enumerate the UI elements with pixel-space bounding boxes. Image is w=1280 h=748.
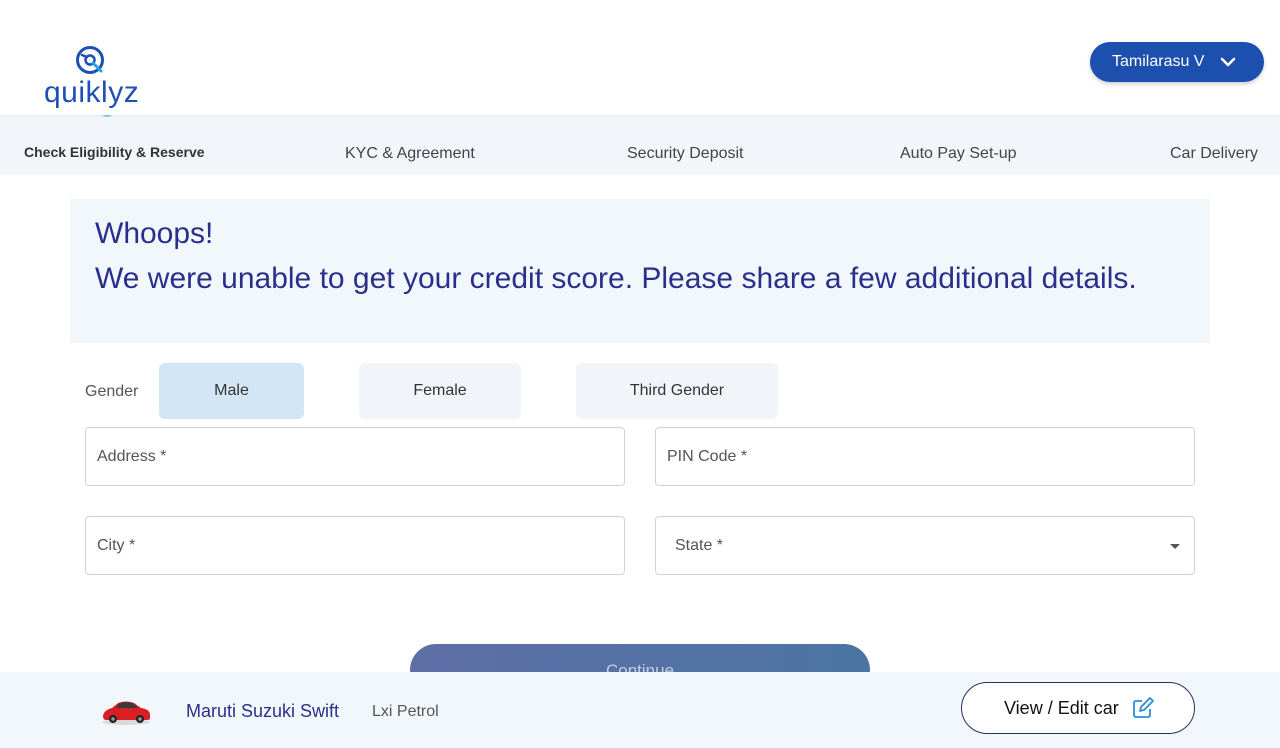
address-field — [85, 427, 625, 486]
credit-score-banner: Whoops! We were unable to get your credi… — [70, 199, 1210, 343]
view-edit-car-button[interactable]: View / Edit car — [961, 682, 1195, 734]
selected-car-bar: Maruti Suzuki Swift Lxi Petrol View / Ed… — [0, 672, 1280, 748]
user-menu-button[interactable]: Tamilarasu V — [1090, 42, 1264, 82]
app-header: quiklyz Tamilarasu V — [0, 0, 1280, 115]
step-check-eligibility[interactable]: Check Eligibility & Reserve — [24, 144, 205, 160]
chevron-down-icon — [1220, 57, 1236, 67]
edit-icon — [1133, 697, 1154, 718]
state-select[interactable]: State * — [655, 516, 1195, 575]
quiklyz-logo[interactable]: quiklyz — [44, 44, 144, 114]
user-name: Tamilarasu V — [1112, 53, 1205, 70]
banner-message: We were unable to get your credit score.… — [95, 262, 1137, 295]
gender-option-female[interactable]: Female — [359, 363, 521, 419]
step-kyc-agreement[interactable]: KYC & Agreement — [345, 145, 475, 163]
step-car-delivery[interactable]: Car Delivery — [1170, 145, 1258, 163]
step-security-deposit[interactable]: Security Deposit — [627, 145, 744, 163]
view-edit-car-label: View / Edit car — [1004, 697, 1119, 718]
steering-wheel-logo-icon — [76, 46, 104, 74]
state-select-placeholder: State * — [675, 537, 724, 554]
gender-label: Gender — [85, 383, 139, 400]
progress-stepper: Check Eligibility & Reserve KYC & Agreem… — [0, 103, 1280, 175]
gender-option-third-gender[interactable]: Third Gender — [576, 363, 778, 419]
car-name: Maruti Suzuki Swift — [186, 701, 340, 721]
car-variant: Lxi Petrol — [372, 703, 439, 720]
pin-code-field — [655, 427, 1195, 486]
step-auto-pay-setup[interactable]: Auto Pay Set-up — [900, 145, 1017, 163]
banner-title: Whoops! — [95, 217, 214, 250]
dropdown-caret-icon — [1170, 544, 1180, 549]
city-input[interactable] — [86, 517, 624, 574]
logo-text: quiklyz — [44, 76, 140, 109]
address-input[interactable] — [86, 428, 624, 485]
city-field — [85, 516, 625, 575]
car-thumbnail-icon — [102, 701, 150, 725]
gender-option-male[interactable]: Male — [159, 363, 304, 419]
pin-code-input[interactable] — [656, 428, 1194, 485]
